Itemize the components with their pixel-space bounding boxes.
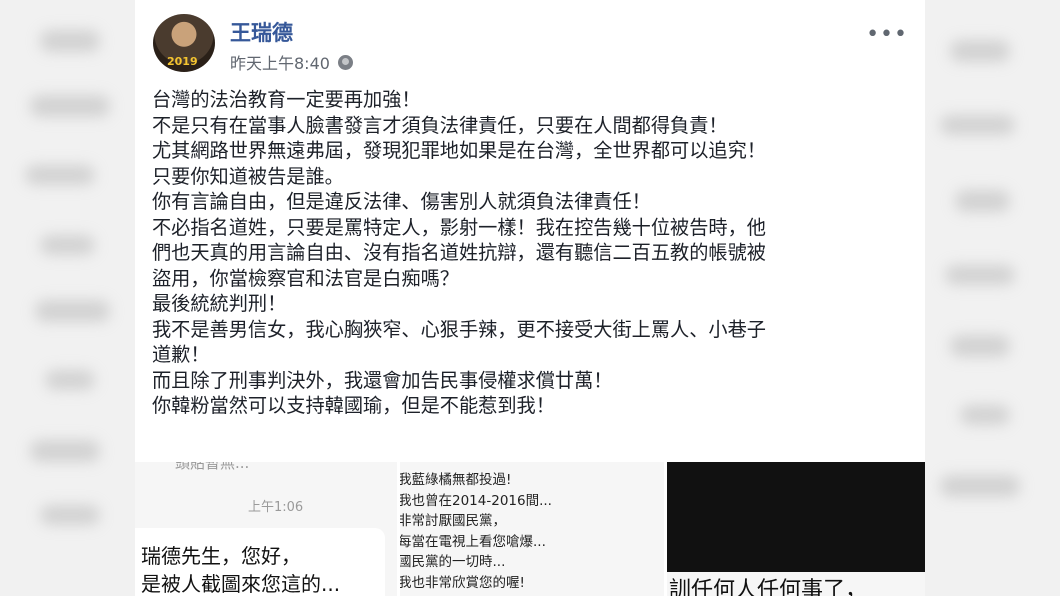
chat-message-lines: 我藍綠橘無都投過! 我也曾在2014-2016間... 非常討厭國民黨， 每當在電視上… (400, 470, 552, 593)
post-text-line: 不是只有在當事人臉書發言才須負法律責任，只要在人間都得負責！ (152, 113, 728, 137)
post-text-line: 只要你知道被告是誰。 (152, 164, 344, 188)
post-attachments: 頭貼暫無... 上午1:06 瑞德先生，您好， 是被人截圖來您這的... 我藍綠… (135, 462, 925, 596)
post-text-line: 尤其網路世界無遠弗屆，發現犯罪地如果是在台灣，全世界都可以追究！ (152, 139, 766, 162)
chat-message-line: 每當在電視上看您嗆爆... (400, 533, 546, 550)
attachment-image-2[interactable]: 我藍綠橘無都投過! 我也曾在2014-2016間... 非常討厭國民黨， 每當在電視上… (400, 462, 664, 596)
post-text-line: 盜用，你當檢察官和法官是白痴嗎？ (152, 266, 459, 290)
post-timestamp[interactable]: 昨天上午8:40 (230, 50, 330, 74)
chat-message-line: 我也曾在2014-2016間... (400, 492, 552, 509)
chat-message-line: 我也非常欣賞您的喔! (400, 574, 525, 591)
post-text-line: 不必指名道姓，只要是罵特定人，影射一樣！我在控告幾十位被告時，他 (152, 215, 766, 239)
post-text-line: 你有言論自由，但是違反法律、傷害別人就須負法律責任！ (152, 190, 651, 213)
more-options-icon[interactable]: ••• (866, 22, 908, 47)
avatar-year-text: 2019 (167, 55, 198, 68)
chat-time: 上午1:06 (248, 500, 304, 515)
post-text-line: 我不是善男信女，我心胸狹窄、心狠手辣，更不接受大街上罵人、小巷子 (152, 317, 766, 341)
post-text-line: 們也天真的用言論自由、沒有指名道姓抗辯，還有聽信二百五教的帳號被 (152, 241, 766, 264)
chat-line-2: 是被人截圖來您這的... (141, 572, 341, 596)
post-body-text: 台灣的法治教育一定要再加強！ 不是只有在當事人臉書發言才須負法律責任，只要在人間都… (152, 87, 917, 419)
post-text-line: 台灣的法治教育一定要再加強！ (152, 88, 421, 111)
chat-line-1: 瑞德先生，您好， (141, 544, 301, 568)
avatar[interactable]: 2019 (153, 14, 215, 72)
attachment-image-3[interactable]: 訓任何人任何事了， (667, 462, 925, 596)
post-text-line: 而且除了刑事判決外，我還會加告民事侵權求償廿萬！ (152, 368, 613, 392)
post-text-line: 最後統統判刑！ (152, 292, 287, 315)
chat-header-text: 頭貼暫無... (175, 462, 250, 472)
chat-message-line: 國民黨的一切時... (400, 554, 506, 570)
post-text-line: 道歉！ (152, 343, 210, 366)
author-name[interactable]: 王瑞德 (230, 17, 293, 47)
post-header: 2019 王瑞德 昨天上午8:40 ••• (153, 14, 913, 74)
caption-text: 訓任何人任何事了， (669, 578, 868, 596)
post-meta: 昨天上午8:40 (230, 50, 353, 74)
chat-message-line: 我藍綠橘無都投過! (400, 472, 512, 488)
attachment-image-1[interactable]: 頭貼暫無... 上午1:06 瑞德先生，您好， 是被人截圖來您這的... (135, 462, 397, 596)
post-text-line: 你韓粉當然可以支持韓國瑜，但是不能惹到我！ (152, 394, 555, 417)
chat-message-line: 非常討厭國民黨， (400, 513, 506, 529)
facebook-post-card: 2019 王瑞德 昨天上午8:40 ••• 台灣的法治教育一定要再加強！ 不是只有… (135, 0, 925, 596)
globe-icon (337, 54, 353, 70)
